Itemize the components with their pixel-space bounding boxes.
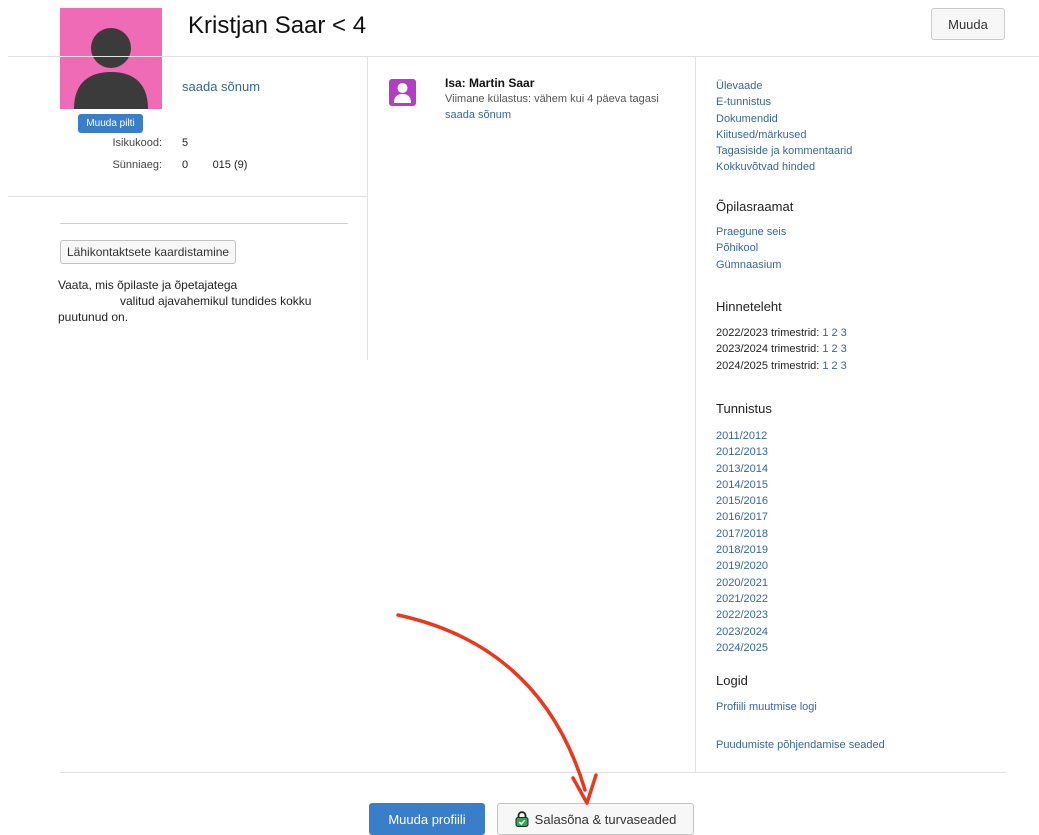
certificate-year-link[interactable]: 2022/2023 [716,607,768,623]
certificate-year-link[interactable]: 2015/2016 [716,493,768,509]
nav-item-e-certificate[interactable]: E-tunnistus [716,94,852,110]
parent-last-visit: Viimane külastus: vähem kui 4 päeva taga… [445,93,659,105]
grade-sheet-year-label: 2023/2024 trimestrid: [716,343,820,356]
grade-sheet-heading: Hinneteleht [716,299,782,314]
edit-button[interactable]: Muuda [931,8,1005,40]
certificate-year-link[interactable]: 2014/2015 [716,477,768,493]
contacts-divider [60,223,348,224]
grade-sheet-row: 2023/2024 trimestrid: 1 2 3 [716,341,847,357]
profile-info-divider [8,196,368,197]
parent-send-message-link[interactable]: saada sõnum [445,109,511,121]
header-divider [8,56,1039,57]
birth-date-value: 0 015 (9) [182,159,248,171]
term-link[interactable]: 3 [841,327,847,339]
left-column-divider [367,57,368,360]
nav-item-praises[interactable]: Kiitused/märkused [716,127,852,143]
send-message-link[interactable]: saada sõnum [182,79,260,94]
certificate-year-link[interactable]: 2016/2017 [716,509,768,525]
term-link[interactable]: 1 [822,360,828,372]
grade-sheet-year-label: 2022/2023 trimestrid: [716,327,820,339]
nav-item-current-state[interactable]: Praegune seis [716,224,786,240]
grade-sheet-year-label: 2024/2025 trimestrid: [716,359,820,372]
avatar-silhouette-icon [74,28,148,109]
profile-avatar [60,8,162,109]
page-title: Kristjan Saar < 4 [188,12,367,39]
term-link[interactable]: 1 [822,327,828,339]
nav-item-overview[interactable]: Ülevaade [716,78,852,94]
id-code-label: Isikukood: [112,137,162,149]
term-link[interactable]: 3 [841,343,847,355]
grade-sheet-row: 2022/2023 trimestrid: 1 2 3 [716,325,847,341]
term-link[interactable]: 2 [831,327,837,339]
certificate-year-link[interactable]: 2017/2018 [716,526,768,542]
logs-heading: Logid [716,673,748,688]
right-column-divider [695,57,696,773]
annotation-arrow [396,613,598,805]
nav-item-documents[interactable]: Dokumendid [716,111,852,127]
parent-name: Isa: Martin Saar [445,76,535,90]
certificate-year-link[interactable]: 2019/2020 [716,558,768,574]
nav-item-basic-school[interactable]: Põhikool [716,240,786,256]
profile-change-log-link[interactable]: Profiili muutmise logi [716,699,817,715]
description-line: Vaata, mis õpilaste ja õpetajatega [58,278,238,292]
certificate-year-link[interactable]: 2020/2021 [716,575,768,591]
contact-mapping-description: Vaata, mis õpilaste ja õpetajatega valit… [58,277,348,325]
nav-item-feedback[interactable]: Tagasiside ja kommentaarid [716,143,852,159]
parent-avatar [389,79,416,106]
certificate-year-list: 2011/2012 2012/2013 2013/2014 2014/2015 … [716,428,768,656]
certificate-heading: Tunnistus [716,401,772,416]
birth-date-label: Sünniaeg: [112,159,162,171]
lock-icon [515,811,529,827]
certificate-year-link[interactable]: 2011/2012 [716,428,768,444]
nav-item-summary-grades[interactable]: Kokkuvõtvad hinded [716,159,852,175]
nav-item-gymnasium[interactable]: Gümnaasium [716,257,786,273]
description-line: puutunud on. [58,310,129,324]
change-picture-button[interactable]: Muuda pilti [78,114,143,133]
description-line: valitud ajavahemikul tundides kokku [120,294,312,308]
certificate-year-link[interactable]: 2024/2025 [716,640,768,656]
grade-sheet-row: 2024/2025 trimestrid: 1 2 3 [716,358,847,374]
certificate-year-link[interactable]: 2023/2024 [716,624,768,640]
password-security-label: Salasõna & turvaseaded [534,811,677,827]
certificate-year-link[interactable]: 2018/2019 [716,542,768,558]
term-link[interactable]: 1 [822,343,828,355]
overview-nav: Ülevaade E-tunnistus Dokumendid Kiitused… [716,78,852,176]
person-icon [394,83,411,103]
contact-mapping-button[interactable]: Lähikontaktsete kaardistamine [60,240,237,264]
grade-sheet-list: 2022/2023 trimestrid: 1 2 3 2023/2024 trime… [716,325,847,374]
absence-settings-link[interactable]: Puudumiste põhjendamise seaded [716,737,885,753]
student-book-nav: Praegune seis Põhikool Gümnaasium [716,224,786,273]
certificate-year-link[interactable]: 2021/2022 [716,591,768,607]
term-link[interactable]: 2 [831,360,837,372]
certificate-year-link[interactable]: 2013/2014 [716,461,768,477]
id-code-value: 5 [182,137,189,149]
student-book-heading: Õpilasraamat [716,199,794,214]
term-link[interactable]: 3 [841,360,847,372]
certificate-year-link[interactable]: 2012/2013 [716,444,768,460]
term-link[interactable]: 2 [831,343,837,355]
